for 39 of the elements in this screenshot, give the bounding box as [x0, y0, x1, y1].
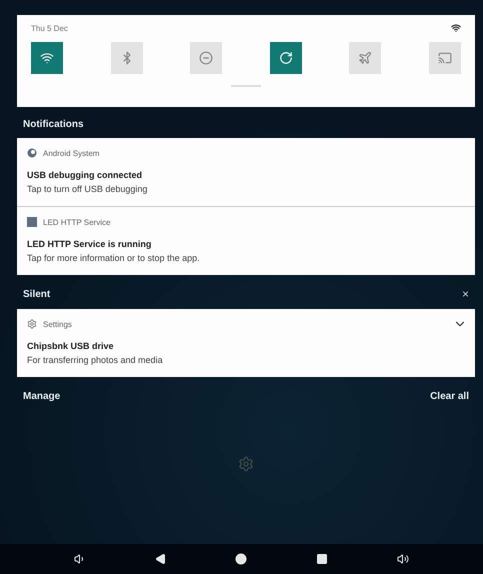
quick-settings-tile[interactable]	[270, 42, 302, 74]
wifi-signal-icon	[451, 23, 461, 33]
date-text: Thu 5 Dec	[31, 24, 68, 32]
notification-card[interactable]: LED HTTP Service LED HTTP Service is running Tap for more information or to stop the app.	[17, 206, 475, 275]
close-button[interactable]: ×	[462, 287, 469, 301]
app-name: Settings	[43, 320, 72, 328]
notification-title: USB debugging connected	[27, 170, 144, 180]
app-name: LED HTTP Service	[43, 218, 110, 226]
notification-text: Tap for more information or to stop the app.	[27, 253, 201, 263]
notification-title: LED HTTP Service is running	[27, 239, 152, 249]
back-icon	[154, 553, 167, 565]
quick-settings-tile[interactable]	[349, 42, 382, 74]
app-icon	[27, 148, 37, 158]
airplane-icon	[358, 51, 372, 65]
manage-button[interactable]: Manage	[23, 391, 60, 402]
notification-text: For transferring photos and media	[27, 355, 164, 365]
quick-settings-tile[interactable]	[31, 42, 63, 74]
app-name: Android System	[43, 148, 100, 158]
notification-text: Tap to turn off USB debugging	[27, 184, 148, 194]
cast-icon	[438, 51, 452, 65]
home-icon	[235, 553, 248, 565]
app-icon	[27, 217, 37, 227]
notification-title: Chipsbnk USB drive	[27, 341, 115, 351]
clear-all-button[interactable]: Clear all	[430, 391, 469, 402]
quick-settings-tile[interactable]	[428, 42, 461, 74]
minus-circle-icon	[199, 51, 214, 65]
notification-card[interactable]: Settings Chipsbnk USB drive For transferring photos and media	[17, 309, 475, 377]
section-header: Silent	[23, 288, 50, 300]
wifi-icon	[40, 51, 54, 65]
quick-settings-tile[interactable]	[190, 42, 222, 74]
section-header: Notifications	[23, 119, 84, 130]
settings-icon	[238, 456, 254, 472]
quick-settings-tile[interactable]	[110, 42, 143, 74]
volume-up-icon	[396, 553, 409, 565]
notification-card[interactable]: Android System USB debugging connected Tap to turn off USB debugging	[17, 138, 475, 206]
rotate-icon	[278, 51, 293, 65]
recents-icon	[316, 553, 328, 565]
home-button[interactable]	[233, 551, 250, 567]
settings-icon	[27, 319, 37, 329]
